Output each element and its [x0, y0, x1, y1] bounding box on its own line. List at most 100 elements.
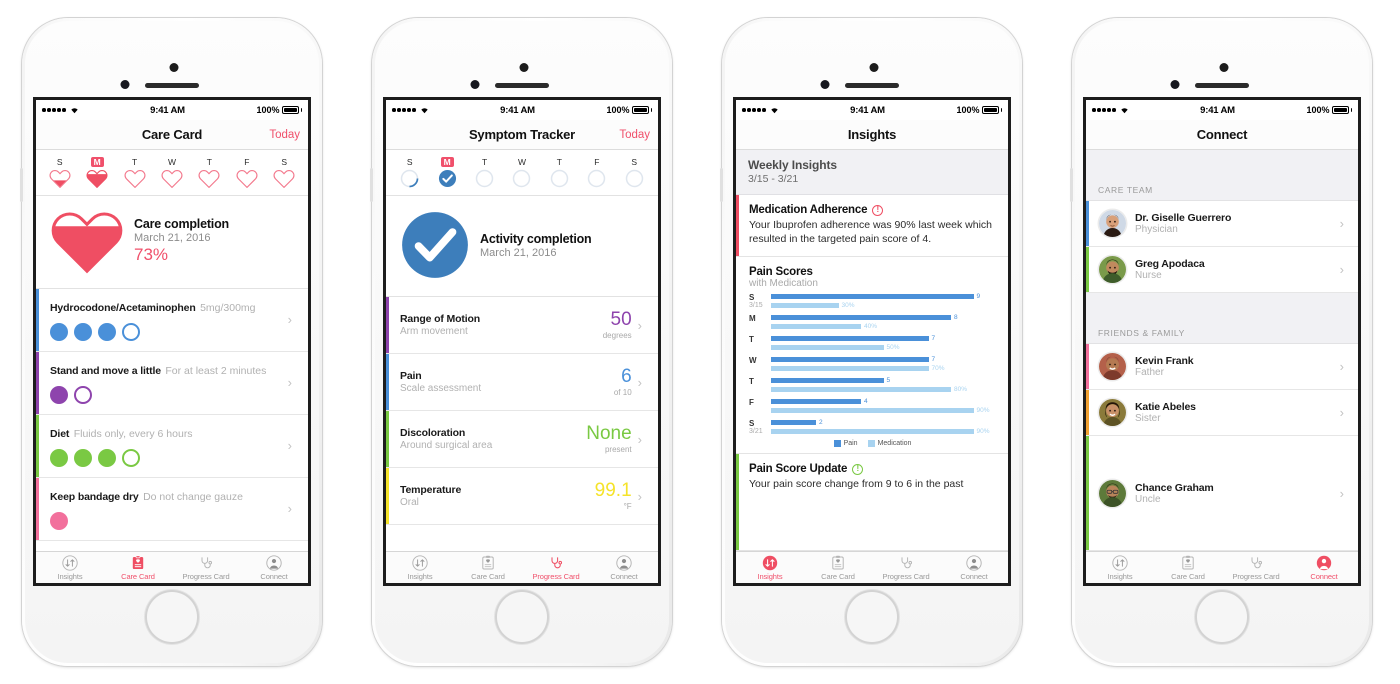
chart-subtitle: with Medication — [749, 278, 818, 289]
home-button[interactable] — [145, 590, 199, 644]
table-row[interactable]: Keep bandage dry Do not change gauze › — [36, 478, 308, 541]
week-day-mon[interactable]: M — [432, 157, 462, 188]
row-pips[interactable] — [50, 449, 282, 467]
week-day-mon[interactable]: M — [82, 157, 112, 188]
tab-connect[interactable]: Connect — [590, 554, 658, 581]
tab-bar[interactable]: Insights Care Card Progress Card Connect — [36, 551, 308, 583]
ring-progress-icon — [625, 169, 643, 188]
contact-text: Greg Apodaca Nurse — [1135, 258, 1325, 281]
week-day-sat[interactable]: S — [269, 157, 299, 188]
week-selector[interactable]: S M T W T F S — [36, 150, 308, 196]
status-bar-left — [742, 106, 779, 114]
avatar — [1099, 479, 1126, 507]
list-item[interactable]: Chance Graham Uncle › — [1086, 436, 1358, 551]
week-day-wed[interactable]: W — [507, 157, 537, 188]
list-item[interactable]: Greg Apodaca Nurse › — [1086, 247, 1358, 293]
row-pips[interactable] — [50, 386, 282, 404]
bar-medication: 40% — [771, 323, 996, 330]
table-row[interactable]: Diet Fluids only, every 6 hours › — [36, 415, 308, 478]
chevron-right-icon: › — [287, 438, 292, 453]
week-day-thu[interactable]: T — [544, 157, 574, 188]
tab-label: Insights — [57, 571, 83, 581]
table-row[interactable]: Discoloration Around surgical area None … — [386, 411, 658, 468]
week-day-wed[interactable]: W — [157, 157, 187, 188]
table-row[interactable]: Range of Motion Arm movement 50 degrees … — [386, 297, 658, 354]
insight-card-pain-score-update[interactable]: Pain Score Update ! Your pain score chan… — [736, 454, 1008, 551]
tab-care-card[interactable]: Care Card — [454, 555, 522, 581]
tab-bar[interactable]: Insights Care Card Progress Card Connect — [386, 551, 658, 583]
chart-day-label: T — [749, 335, 754, 344]
row-value: None — [586, 423, 632, 444]
tab-connect[interactable]: Connect — [240, 554, 308, 581]
tab-connect[interactable]: Connect — [940, 554, 1008, 581]
tab-insights[interactable]: Insights — [736, 555, 804, 581]
home-button[interactable] — [845, 590, 899, 644]
tab-connect[interactable]: Connect — [1290, 555, 1358, 581]
week-day-fri[interactable]: F — [232, 157, 262, 188]
bar-value: 40% — [864, 323, 878, 330]
pip-filled[interactable] — [50, 512, 68, 530]
contact-role: Uncle — [1135, 493, 1161, 505]
row-value-block: 99.1 °F — [594, 480, 632, 512]
home-button[interactable] — [495, 590, 549, 644]
pip-filled[interactable] — [98, 323, 116, 341]
pip-filled[interactable] — [98, 449, 116, 467]
week-day-tue[interactable]: T — [470, 157, 500, 188]
bar-pain: 7 — [771, 335, 996, 342]
table-row[interactable]: Pain Scale assessment 6 of 10 › — [386, 354, 658, 411]
week-day-thu[interactable]: T — [194, 157, 224, 188]
tab-progress-card[interactable]: Progress Card — [872, 555, 940, 581]
tab-care-card[interactable]: Care Card — [1154, 555, 1222, 581]
list-item[interactable]: Kevin Frank Father › — [1086, 344, 1358, 390]
pip-filled[interactable] — [50, 386, 68, 404]
pip-empty[interactable] — [122, 449, 140, 467]
home-button[interactable] — [1195, 590, 1249, 644]
tab-bar[interactable]: Insights Care Card Progress Card Connect — [736, 551, 1008, 583]
row-value: 6 — [621, 366, 632, 387]
insight-card-medication-adherence[interactable]: Medication Adherence ! Your Ibuprofen ad… — [736, 195, 1008, 257]
pip-empty[interactable] — [74, 386, 92, 404]
row-pips[interactable] — [50, 323, 282, 341]
list-item[interactable]: Katie Abeles Sister › — [1086, 390, 1358, 436]
card-title: Pain Score Update — [749, 463, 848, 475]
table-row[interactable]: Temperature Oral 99.1 °F › — [386, 468, 658, 525]
table-row[interactable]: Stand and move a little For at least 2 m… — [36, 352, 308, 415]
row-color-stripe — [36, 352, 39, 414]
tab-insights[interactable]: Insights — [1086, 554, 1154, 581]
week-day-sun[interactable]: S — [395, 157, 425, 188]
week-day-sat[interactable]: S — [619, 157, 649, 188]
tab-insights[interactable]: Insights — [36, 554, 104, 581]
pip-filled[interactable] — [50, 449, 68, 467]
row-pips[interactable] — [50, 512, 282, 530]
pip-filled[interactable] — [50, 323, 68, 341]
tab-insights[interactable]: Insights — [386, 554, 454, 581]
tab-progress-card[interactable]: Progress Card — [1222, 555, 1290, 581]
pip-empty[interactable] — [122, 323, 140, 341]
week-selector[interactable]: S M T W T F S — [386, 150, 658, 196]
tab-bar[interactable]: Insights Care Card Progress Card Connect — [1086, 551, 1358, 583]
earpiece-speaker — [495, 83, 549, 88]
week-day-fri[interactable]: F — [582, 157, 612, 188]
week-day-tue[interactable]: T — [120, 157, 150, 188]
row-value: 99.1 — [594, 480, 632, 501]
status-bar-time: 9:41 AM — [1200, 104, 1235, 116]
week-day-sun[interactable]: S — [45, 157, 75, 188]
tab-progress-card[interactable]: Progress Card — [172, 555, 240, 581]
tab-care-card[interactable]: Care Card — [804, 555, 872, 581]
person-icon — [1316, 555, 1332, 570]
row-value-block: 50 degrees — [603, 310, 632, 341]
page-title: Care Card — [141, 127, 203, 142]
chart-row-label: T — [749, 335, 771, 344]
list-item[interactable]: Dr. Giselle Guerrero Physician › — [1086, 201, 1358, 247]
tab-care-card[interactable]: Care Card — [104, 554, 172, 581]
today-button[interactable]: Today — [269, 129, 300, 141]
chart-row: M 8 40% — [749, 314, 996, 332]
tab-progress-card[interactable]: Progress Card — [522, 555, 590, 581]
chevron-right-icon: › — [1339, 216, 1344, 231]
pip-filled[interactable] — [74, 449, 92, 467]
pip-filled[interactable] — [74, 323, 92, 341]
contact-name: Greg Apodaca — [1135, 258, 1205, 270]
table-row[interactable]: Hydrocodone/Acetaminophen 5mg/300mg › — [36, 289, 308, 352]
today-button[interactable]: Today — [619, 129, 650, 141]
insights-icon — [1112, 554, 1128, 571]
